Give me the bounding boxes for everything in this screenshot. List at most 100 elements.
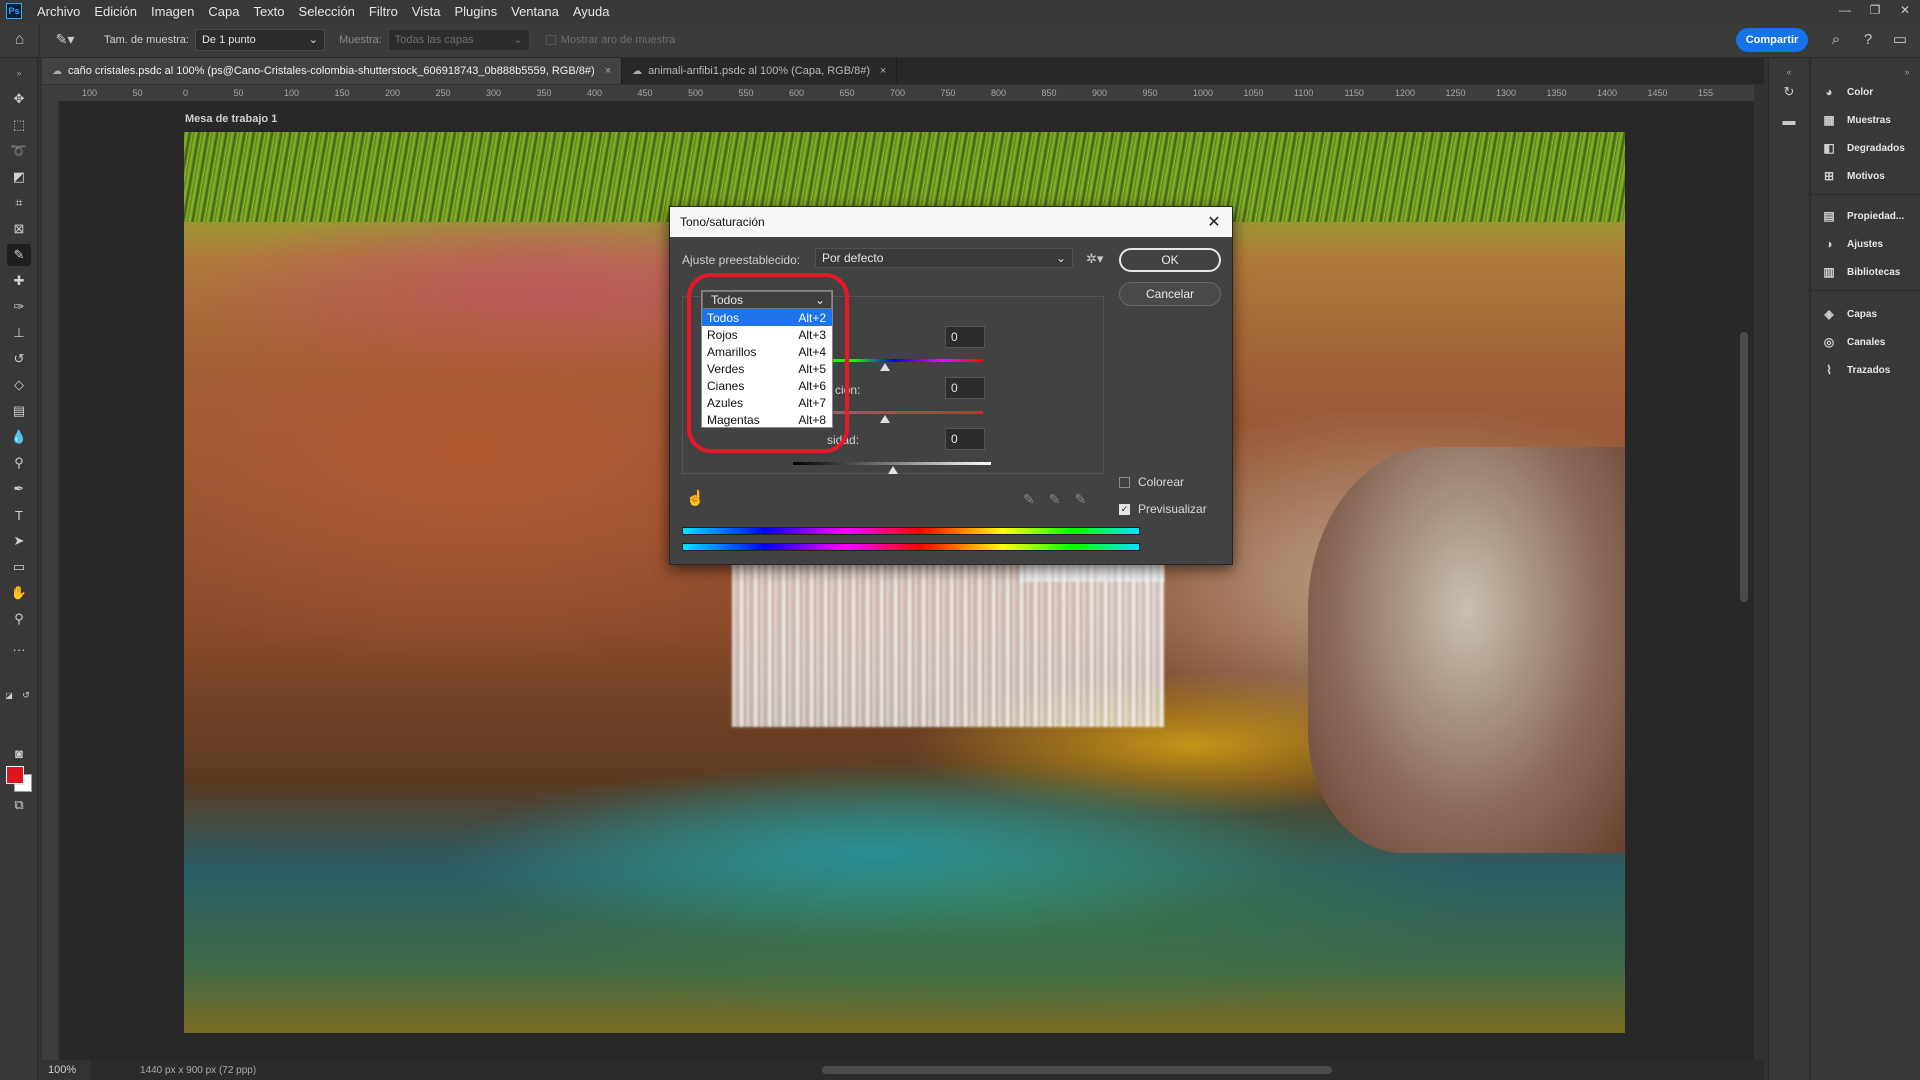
dropdown-option-verdes[interactable]: Verdes Alt+5 [702, 360, 832, 377]
dropdown-option-todos[interactable]: Todos Alt+2 [702, 309, 832, 326]
dropdown-option-magentas[interactable]: Magentas Alt+8 [702, 411, 832, 428]
brush-tool-icon[interactable]: ✑ [7, 296, 31, 318]
crop-tool-icon[interactable]: ⌗ [7, 192, 31, 214]
menu-capa[interactable]: Capa [201, 4, 246, 19]
lightness-input[interactable]: 0 [945, 428, 985, 450]
menu-ayuda[interactable]: Ayuda [566, 4, 617, 19]
search-icon[interactable]: ⌕ [1826, 28, 1846, 50]
menu-filtro[interactable]: Filtro [362, 4, 405, 19]
collapse-icon[interactable]: » [7, 62, 31, 84]
help-icon[interactable]: ? [1858, 28, 1878, 50]
share-button[interactable]: Compartir [1736, 28, 1808, 52]
menu-texto[interactable]: Texto [246, 4, 291, 19]
pen-tool-icon[interactable]: ✒ [7, 478, 31, 500]
menu-vista[interactable]: Vista [405, 4, 448, 19]
hand-adjust-icon[interactable]: ☝ [686, 489, 705, 507]
menu-archivo[interactable]: Archivo [30, 4, 87, 19]
panel-color[interactable]: ◕ Color [1821, 82, 1873, 102]
cancel-button[interactable]: Cancelar [1119, 282, 1221, 306]
gear-icon[interactable]: ✲▾ [1086, 251, 1103, 267]
marquee-tool-icon[interactable]: ⬚ [7, 114, 31, 136]
colorize-checkbox[interactable]: Colorear [1119, 475, 1184, 489]
sample-select[interactable]: Todas las capas ⌄ [387, 28, 530, 51]
panel-properties[interactable]: ▤ Propiedad... [1821, 206, 1904, 226]
hue-slider-thumb[interactable] [880, 363, 890, 371]
eyedropper-icon[interactable]: ✎ [1023, 491, 1035, 508]
close-tab-icon[interactable]: × [880, 65, 886, 77]
vertical-ruler[interactable] [42, 102, 59, 1060]
vertical-scrollbar[interactable] [1740, 332, 1748, 602]
panel-adjustments[interactable]: ◑ Ajustes [1821, 234, 1883, 254]
eraser-tool-icon[interactable]: ◇ [7, 374, 31, 396]
foreground-color-swatch-top[interactable] [6, 766, 24, 784]
menu-imagen[interactable]: Imagen [144, 4, 201, 19]
gradient-tool-icon[interactable]: ▤ [7, 400, 31, 422]
lasso-tool-icon[interactable]: ➰ [7, 140, 31, 162]
rectangle-tool-icon[interactable]: ▭ [7, 556, 31, 578]
document-info[interactable]: 1440 px x 900 px (72 ppp) [140, 1065, 256, 1076]
path-selection-tool-icon[interactable]: ➤ [7, 530, 31, 552]
show-sampling-ring-checkbox[interactable]: Mostrar aro de muestra [545, 34, 675, 46]
object-selection-tool-icon[interactable]: ◩ [7, 166, 31, 188]
panel-layers[interactable]: ◈ Capas [1821, 304, 1877, 324]
close-tab-icon[interactable]: × [605, 65, 611, 77]
color-range-select[interactable]: Todos ⌄ [702, 291, 832, 309]
dropdown-option-rojos[interactable]: Rojos Alt+3 [702, 326, 832, 343]
restore-icon[interactable]: ❐ [1860, 0, 1890, 22]
hue-input[interactable]: 0 [945, 326, 985, 348]
menu-ventana[interactable]: Ventana [504, 4, 566, 19]
tab-animali-anfibi[interactable]: ☁ animali-anfibi1.psdc al 100% (Capa, RG… [622, 58, 898, 84]
quick-mask-icon[interactable]: ◙ [7, 742, 31, 764]
history-panel-icon[interactable]: ↻ [1779, 82, 1799, 102]
tab-cano-cristales[interactable]: ☁ caño cristales.psdc al 100% (ps@Cano-C… [42, 58, 623, 84]
zoom-tool-icon[interactable]: ⚲ [7, 608, 31, 630]
blur-tool-icon[interactable]: 💧 [7, 426, 31, 448]
clone-stamp-tool-icon[interactable]: ⊥ [7, 322, 31, 344]
panel-patterns[interactable]: ⊞ Motivos [1821, 166, 1885, 186]
menu-seleccion[interactable]: Selección [292, 4, 362, 19]
comments-panel-icon[interactable]: ▬ [1779, 110, 1799, 130]
menu-edicion[interactable]: Edición [87, 4, 144, 19]
expand-panels-icon[interactable]: « [1779, 62, 1799, 82]
horizontal-ruler[interactable]: 100 50 0 50 100 150 200 250 300 350 400 450 500 550 60… [60, 85, 1754, 102]
type-tool-icon[interactable]: T [7, 504, 31, 526]
healing-brush-tool-icon[interactable]: ✚ [7, 270, 31, 292]
panel-gradients[interactable]: ◧ Degradados [1821, 138, 1904, 158]
saturation-slider-thumb[interactable] [880, 415, 890, 423]
check-icon[interactable]: ✓ [1119, 503, 1130, 515]
sample-size-select[interactable]: De 1 punto ⌄ [194, 28, 325, 51]
close-icon[interactable]: ✕ [1204, 212, 1224, 232]
home-icon[interactable]: ⌂ [0, 21, 40, 58]
colorize-checkbox-box[interactable] [1119, 476, 1130, 488]
panel-libraries[interactable]: ▥ Bibliotecas [1821, 262, 1900, 282]
horizontal-scrollbar[interactable] [822, 1066, 1332, 1074]
dodge-tool-icon[interactable]: ⚲ [7, 452, 31, 474]
hand-tool-icon[interactable]: ✋ [7, 582, 31, 604]
panel-channels[interactable]: ◎ Canales [1821, 332, 1886, 352]
default-colors-icon[interactable]: ◪ [4, 684, 14, 706]
ok-button[interactable]: OK [1119, 248, 1221, 272]
panel-swatches[interactable]: ▦ Muestras [1821, 110, 1891, 130]
history-brush-tool-icon[interactable]: ↺ [7, 348, 31, 370]
frame-tool-icon[interactable]: ⊠ [7, 218, 31, 240]
saturation-input[interactable]: 0 [945, 377, 985, 399]
dropdown-option-azules[interactable]: Azules Alt+7 [702, 394, 832, 411]
panel-paths[interactable]: ⌇ Trazados [1821, 360, 1890, 380]
preview-checkbox[interactable]: ✓ Previsualizar [1119, 502, 1207, 516]
eyedropper-tool-icon[interactable]: ✎ [7, 244, 31, 266]
more-tools-icon[interactable]: ··· [7, 638, 31, 660]
lightness-slider-track[interactable] [793, 462, 991, 465]
lightness-slider-thumb[interactable] [888, 466, 898, 474]
dropdown-option-amarillos[interactable]: Amarillos Alt+4 [702, 343, 832, 360]
eyedropper-tool-preset-icon[interactable]: ✎▾ [40, 31, 90, 48]
collapse-dock-icon[interactable]: » [1897, 62, 1917, 82]
preset-select[interactable]: Por defecto ⌄ [815, 248, 1073, 268]
zoom-level[interactable]: 100% [42, 1060, 90, 1080]
eyedropper-minus-icon[interactable]: ✎ [1074, 491, 1086, 508]
color-range-dropdown[interactable]: Todos ⌄ Todos Alt+2 Rojos Alt+3 Amarillos A… [701, 290, 833, 428]
close-icon[interactable]: ✕ [1890, 0, 1920, 22]
minimize-icon[interactable]: — [1830, 0, 1860, 22]
swap-colors-icon[interactable]: ↺ [20, 684, 32, 706]
share-for-review-icon[interactable]: ⧉ [7, 794, 31, 816]
workspace-icon[interactable]: ▭ [1890, 28, 1910, 50]
